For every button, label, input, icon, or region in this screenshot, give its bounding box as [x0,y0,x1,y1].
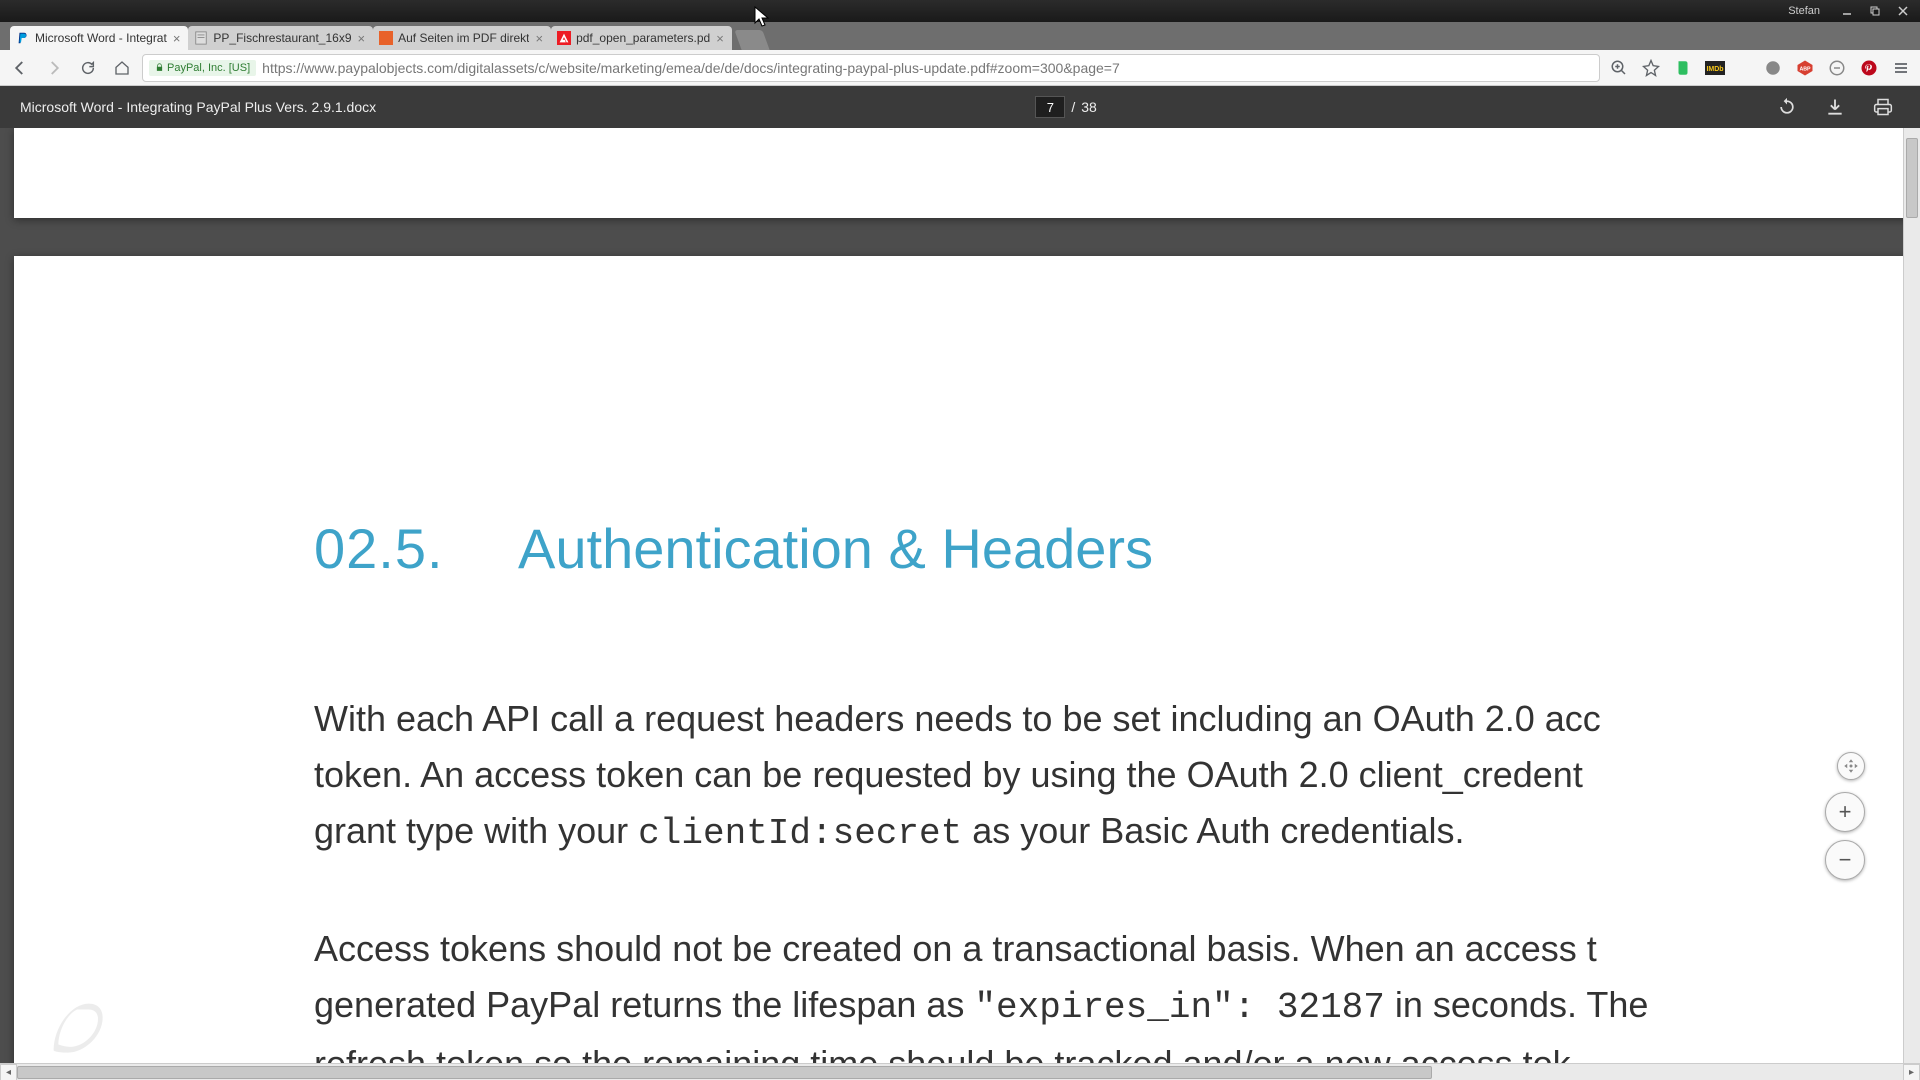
paypal-icon [16,31,30,45]
watermark-logo [42,992,112,1062]
zoom-indicator-icon[interactable] [1606,55,1632,81]
browser-tabstrip: Microsoft Word - Integrat × PP_Fischrest… [0,22,1920,50]
tab-inactive[interactable]: PP_Fischrestaurant_16x9 × [188,26,373,50]
tab-inactive[interactable]: pdf_open_parameters.pd × [551,26,732,50]
horizontal-scrollbar[interactable]: ◂ ▸ [0,1063,1920,1080]
security-chip[interactable]: PayPal, Inc. [US] [149,60,256,76]
forward-button[interactable] [40,54,68,82]
close-tab-icon[interactable]: × [535,31,543,46]
security-chip-label: PayPal, Inc. [US] [167,62,250,74]
close-tab-icon[interactable]: × [358,31,366,46]
vertical-scrollbar[interactable] [1903,128,1920,1063]
new-tab-button[interactable] [734,30,769,50]
extension-evernote-icon[interactable] [1670,55,1696,81]
reload-button[interactable] [74,54,102,82]
section-number: 02.5. [314,516,444,581]
url-text: https://www.paypalobjects.com/digitalass… [262,60,1120,76]
svg-text:ABP: ABP [1799,66,1811,72]
tab-inactive[interactable]: Auf Seiten im PDF direkt × [373,26,551,50]
page-separator: / [1071,99,1075,115]
user-label: Stefan [1788,5,1820,17]
scroll-right-button[interactable]: ▸ [1903,1064,1920,1080]
tab-title: Auf Seiten im PDF direkt [398,31,529,45]
close-tab-icon[interactable]: × [716,31,724,46]
adobe-icon [557,31,571,45]
tab-title: pdf_open_parameters.pd [576,31,710,45]
autoscroll-anchor-icon [1837,752,1865,780]
pdf-toolbar: Microsoft Word - Integrating PayPal Plus… [0,86,1920,128]
minimize-button[interactable] [1834,2,1860,20]
close-window-button[interactable] [1890,2,1916,20]
body-paragraph: With each API call a request headers nee… [314,691,1920,861]
page-total: 38 [1081,99,1097,115]
extension-imdb-icon[interactable]: IMDb [1702,55,1728,81]
pdf-viewer[interactable]: 02.5. Authentication & Headers With each… [0,128,1920,1080]
home-button[interactable] [108,54,136,82]
scrollbar-thumb[interactable] [17,1066,1432,1079]
download-button[interactable] [1818,90,1852,124]
scroll-left-button[interactable]: ◂ [0,1064,17,1080]
pdf-page: 02.5. Authentication & Headers With each… [14,256,1920,1080]
back-button[interactable] [6,54,34,82]
scrollbar-thumb[interactable] [1906,138,1918,218]
extension-generic-icon[interactable] [1760,55,1786,81]
extension-abp-icon[interactable]: ABP [1792,55,1818,81]
zoom-out-button[interactable]: − [1825,840,1865,880]
bookmark-star-icon[interactable] [1638,55,1664,81]
scrollbar-track[interactable] [17,1065,1903,1080]
extension-generic-icon[interactable] [1824,55,1850,81]
body-paragraph: Access tokens should not be created on a… [314,921,1920,1080]
lock-icon [155,63,164,72]
tab-active[interactable]: Microsoft Word - Integrat × [10,26,188,50]
pdf-page-previous [14,128,1920,218]
svg-text:IMDb: IMDb [1706,66,1723,73]
maximize-button[interactable] [1862,2,1888,20]
section-title: Authentication & Headers [518,516,1153,581]
zoom-in-button[interactable]: + [1825,792,1865,832]
tab-title: PP_Fischrestaurant_16x9 [213,31,351,45]
tab-title: Microsoft Word - Integrat [35,31,167,45]
page-indicator: / 38 [1035,96,1096,118]
close-tab-icon[interactable]: × [173,31,181,46]
chrome-menu-button[interactable] [1888,55,1914,81]
pdf-icon [194,31,208,45]
rotate-button[interactable] [1770,90,1804,124]
site-icon [379,31,393,45]
print-button[interactable] [1866,90,1900,124]
zoom-controls: + − [1825,792,1865,880]
browser-toolbar: PayPal, Inc. [US] https://www.paypalobje… [0,50,1920,86]
address-bar[interactable]: PayPal, Inc. [US] https://www.paypalobje… [142,54,1600,82]
window-titlebar: Stefan [0,0,1920,22]
page-number-input[interactable] [1035,96,1065,118]
pdf-document-title: Microsoft Word - Integrating PayPal Plus… [20,99,376,115]
extension-pinterest-icon[interactable] [1856,55,1882,81]
